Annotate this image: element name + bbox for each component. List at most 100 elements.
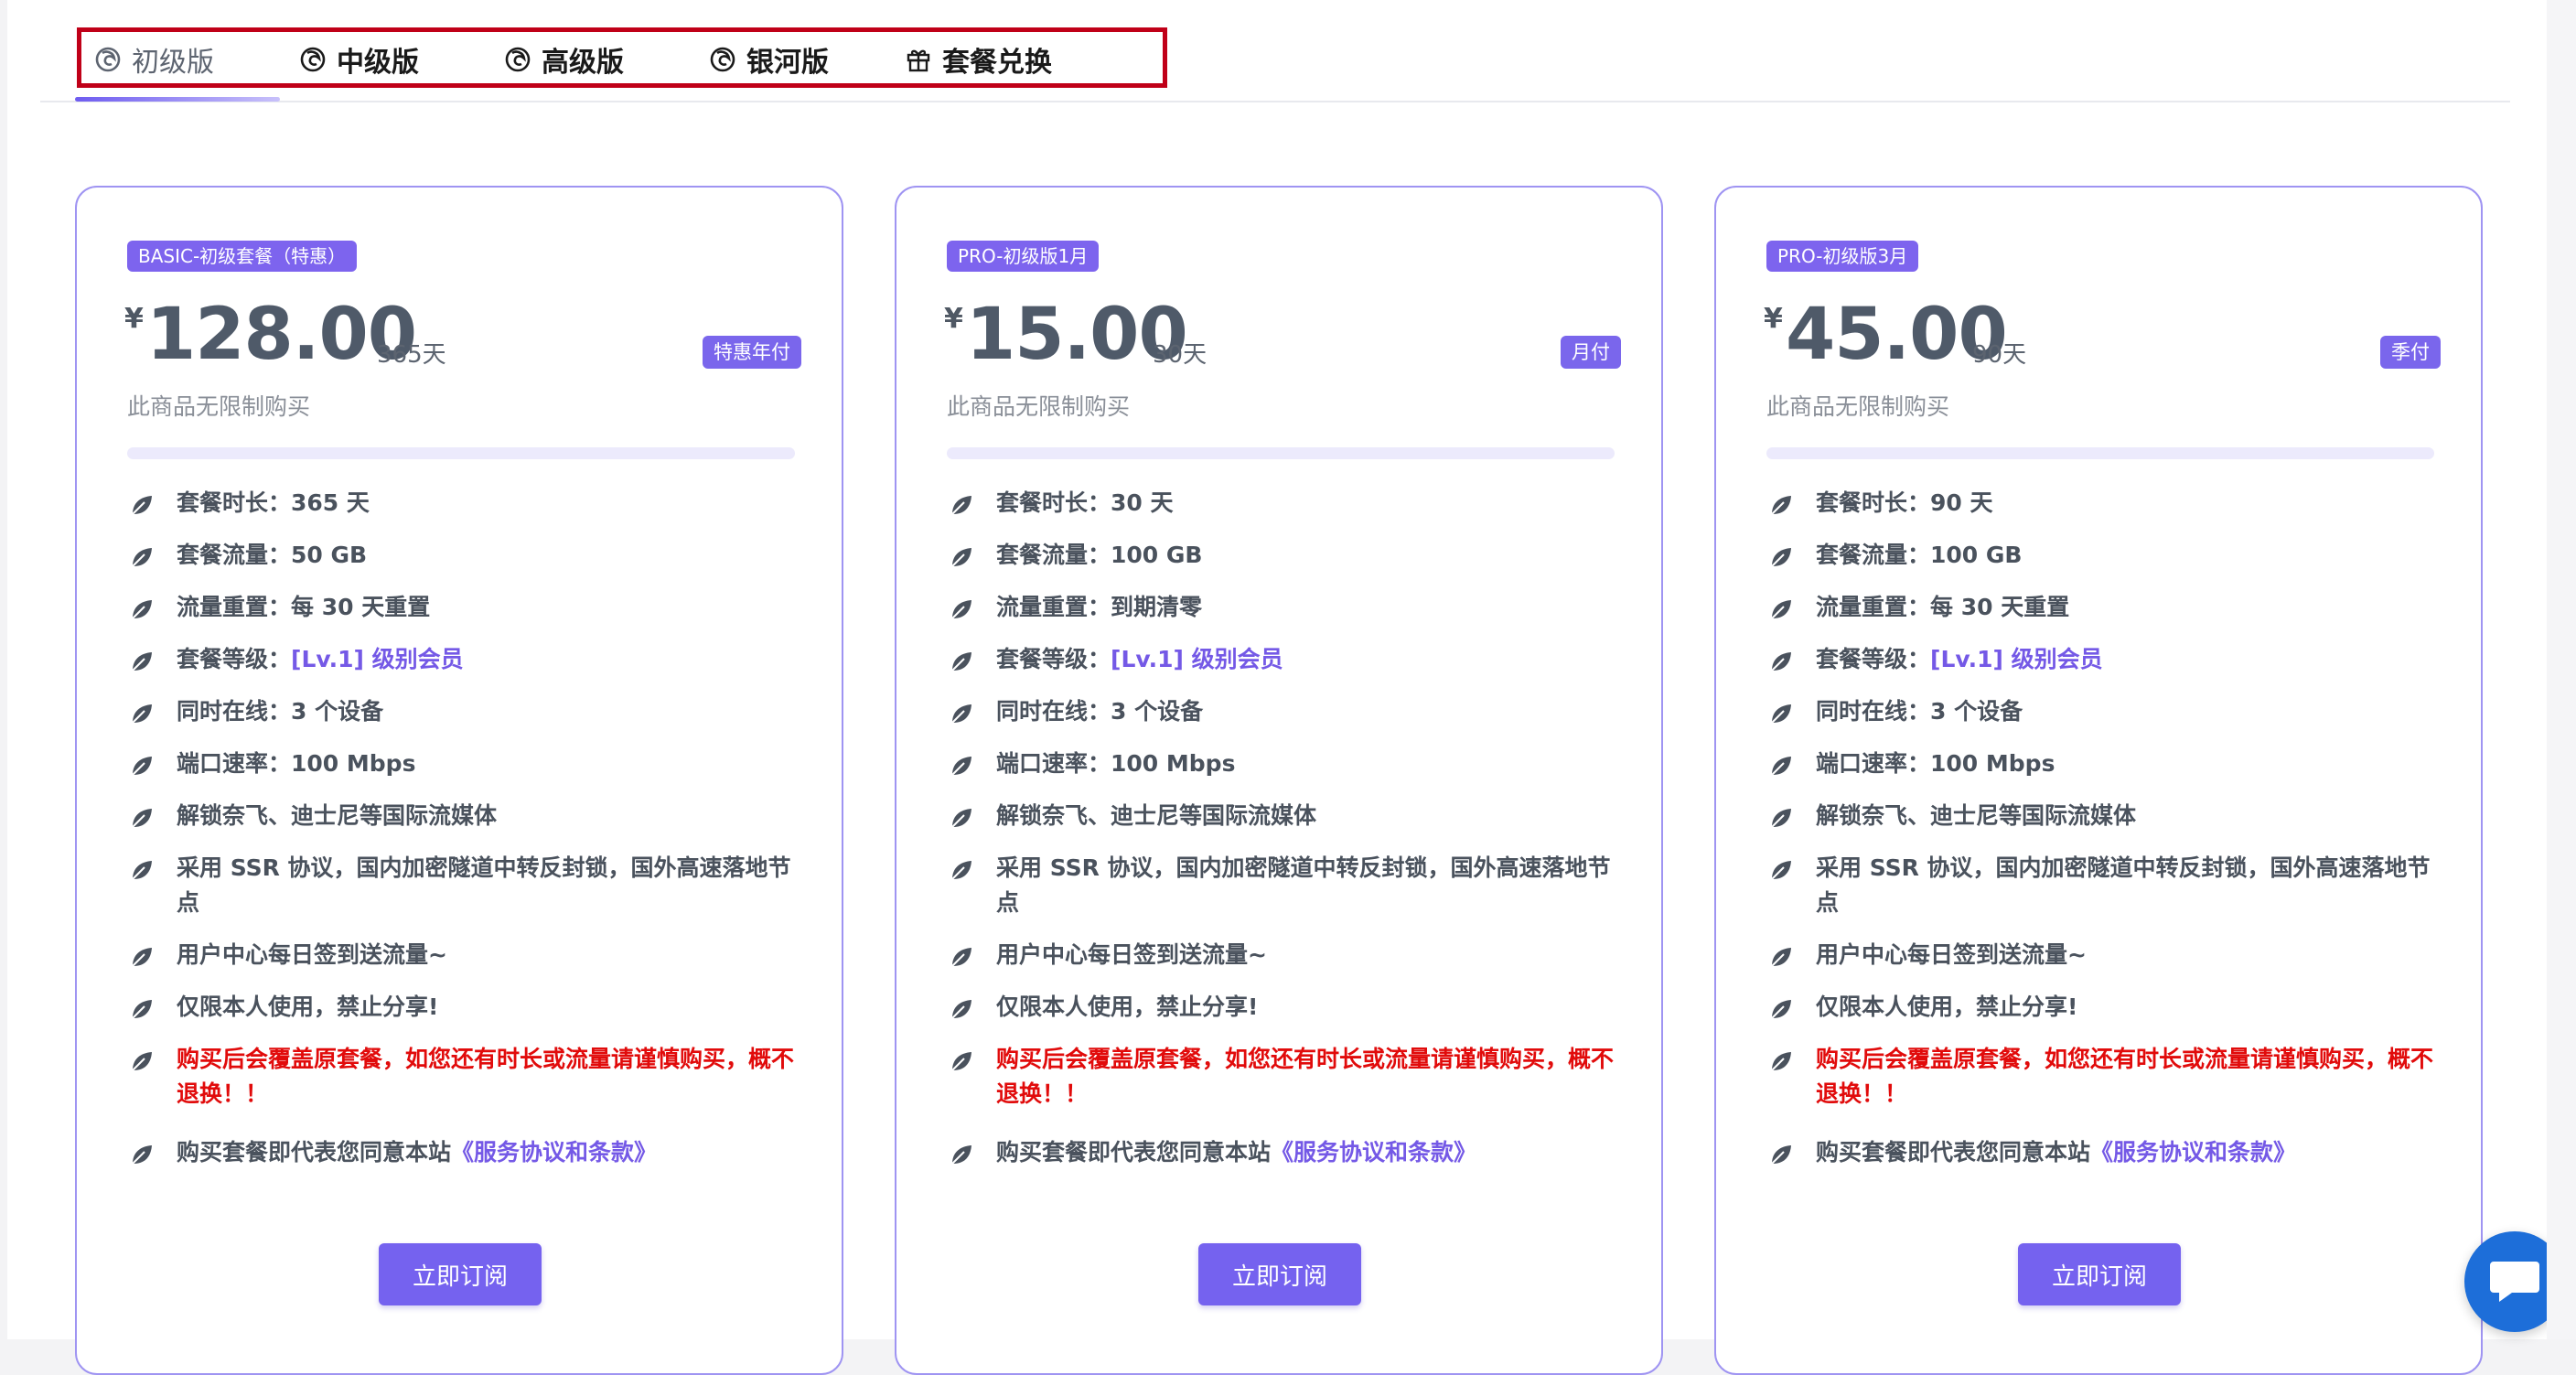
feature-personal-use: 仅限本人使用，禁止分享!: [127, 990, 804, 1025]
firefox-icon: [300, 47, 326, 72]
feature-label: 端口速率：: [1816, 750, 1931, 777]
warning-text: 购买后会覆盖原套餐，如您还有时长或流量请谨慎购买，概不退换！！: [996, 1046, 1615, 1107]
leaf-icon: [132, 1052, 152, 1071]
feature-label: 端口速率：: [177, 750, 292, 777]
feature-value: 每 30 天重置: [1930, 594, 2070, 620]
leaf-icon: [132, 600, 152, 619]
feature-protocol: 采用 SSR 协议，国内加密隧道中转反封锁，国外高速落地节点: [947, 851, 1624, 920]
feature-value: [Lv.1] 级别会员: [291, 646, 464, 672]
terms-link[interactable]: 《服务协议和条款》: [451, 1139, 657, 1166]
tab-label: 初级版: [132, 47, 214, 79]
feature-warning: 购买后会覆盖原套餐，如您还有时长或流量请谨慎购买，概不退换！！: [947, 1042, 1624, 1112]
tab-label: 银河版: [746, 47, 829, 79]
feature-level: 套餐等级：[Lv.1] 级别会员: [1766, 642, 2443, 677]
leaf-icon: [132, 809, 152, 828]
feature-traffic: 套餐流量：100 GB: [1766, 538, 2443, 573]
leaf-icon: [1771, 757, 1791, 776]
feature-label: 套餐流量：: [1816, 542, 1931, 568]
warning-text: 购买后会覆盖原套餐，如您还有时长或流量请谨慎购买，概不退换！！: [1816, 1046, 2434, 1107]
leaf-icon: [132, 704, 152, 724]
leaf-icon: [951, 757, 971, 776]
purchase-limit-note: 此商品无限制购买: [947, 393, 1131, 420]
feature-reset: 流量重置：到期清零: [947, 590, 1624, 625]
leaf-icon: [1771, 548, 1791, 567]
tab-advanced[interactable]: 高级版: [503, 27, 624, 91]
leaf-icon: [132, 1000, 152, 1019]
feature-list: 套餐时长：365 天套餐流量：50 GB 流量重置：每 30 天重置 套餐等级：[L…: [127, 480, 804, 1170]
feature-value: 3 个设备: [1930, 698, 2023, 725]
leaf-icon: [1771, 948, 1791, 967]
feature-streaming: 解锁奈飞、迪士尼等国际流媒体: [947, 799, 1624, 833]
terms-link[interactable]: 《服务协议和条款》: [1271, 1139, 1476, 1166]
leaf-icon: [1771, 809, 1791, 828]
feature-label: 套餐时长：: [177, 489, 292, 516]
feature-label: 流量重置：: [1816, 594, 1931, 620]
feature-text: 用户中心每日签到送流量~: [996, 941, 1267, 968]
currency-symbol: ¥: [124, 303, 144, 335]
subscribe-button[interactable]: 立即订阅: [2018, 1243, 2181, 1305]
leaf-icon: [1771, 704, 1791, 724]
leaf-icon: [951, 1000, 971, 1019]
feature-value: 3 个设备: [1111, 698, 1204, 725]
leaf-icon: [132, 548, 152, 567]
leaf-icon: [132, 652, 152, 671]
plan-card: BASIC-初级套餐（特惠） ¥128.00 365天 特惠年付 此商品无限制购买 套餐时…: [75, 186, 843, 1375]
subscribe-button[interactable]: 立即订阅: [379, 1243, 542, 1305]
feature-label: 套餐等级：: [177, 646, 292, 672]
feature-level: 套餐等级：[Lv.1] 级别会员: [127, 642, 804, 677]
feature-list: 套餐时长：90 天套餐流量：100 GB 流量重置：每 30 天重置 套餐等级：[L…: [1766, 480, 2443, 1170]
tab-basic[interactable]: 初级版: [93, 27, 214, 91]
feature-warning: 购买后会覆盖原套餐，如您还有时长或流量请谨慎购买，概不退换！！: [127, 1042, 804, 1112]
leaf-icon: [132, 861, 152, 880]
tab-redeem[interactable]: 套餐兑换: [904, 27, 1052, 91]
feature-value: 30 天: [1111, 489, 1174, 516]
feature-text: 解锁奈飞、迪士尼等国际流媒体: [177, 802, 498, 829]
price-row: ¥128.00 365天 特惠年付: [124, 285, 801, 376]
firefox-icon: [710, 47, 735, 72]
feature-speed: 端口速率：100 Mbps: [1766, 747, 2443, 781]
feature-value: 100 GB: [1930, 542, 2023, 568]
terms-link[interactable]: 《服务协议和条款》: [2090, 1139, 2296, 1166]
price-amount: 128.00: [146, 294, 417, 376]
feature-protocol: 采用 SSR 协议，国内加密隧道中转反封锁，国外高速落地节点: [1766, 851, 2443, 920]
feature-value: 365 天: [291, 489, 370, 516]
firefox-icon: [505, 47, 531, 72]
feature-speed: 端口速率：100 Mbps: [947, 747, 1624, 781]
divider-bar: [947, 447, 1615, 459]
terms-prefix: 购买套餐即代表您同意本站: [177, 1139, 452, 1166]
leaf-icon: [132, 757, 152, 776]
leaf-icon: [1771, 496, 1791, 515]
feature-text: 采用 SSR 协议，国内加密隧道中转反封锁，国外高速落地节点: [1816, 854, 2431, 916]
feature-label: 套餐时长：: [996, 489, 1111, 516]
tab-label: 中级版: [337, 47, 419, 79]
active-tab-indicator: [75, 97, 280, 102]
subscribe-button[interactable]: 立即订阅: [1198, 1243, 1361, 1305]
feature-value: 90 天: [1930, 489, 1993, 516]
plan-name-badge: PRO-初级版3月: [1766, 241, 1919, 272]
feature-text: 用户中心每日签到送流量~: [1816, 941, 2087, 968]
leaf-icon: [951, 652, 971, 671]
purchase-limit-note: 此商品无限制购买: [127, 393, 311, 420]
feature-text: 用户中心每日签到送流量~: [177, 941, 447, 968]
leaf-icon: [951, 1145, 971, 1165]
gift-icon: [907, 49, 930, 72]
tab-intermediate[interactable]: 中级版: [298, 27, 419, 91]
plan-name-badge: PRO-初级版1月: [947, 241, 1100, 272]
feature-text: 采用 SSR 协议，国内加密隧道中转反封锁，国外高速落地节点: [996, 854, 1611, 916]
tab-galaxy[interactable]: 银河版: [708, 27, 829, 91]
leaf-icon: [1771, 652, 1791, 671]
feature-checkin: 用户中心每日签到送流量~: [947, 938, 1624, 972]
tab-label: 高级版: [542, 47, 624, 79]
leaf-icon: [132, 1145, 152, 1165]
feature-value: [Lv.1] 级别会员: [1930, 646, 2103, 672]
feature-traffic: 套餐流量：100 GB: [947, 538, 1624, 573]
feature-label: 套餐时长：: [1816, 489, 1931, 516]
feature-value: 每 30 天重置: [291, 594, 431, 620]
feature-text: 仅限本人使用，禁止分享!: [1816, 994, 2078, 1020]
feature-value: 100 GB: [1111, 542, 1203, 568]
feature-reset: 流量重置：每 30 天重置: [1766, 590, 2443, 625]
feature-value: [Lv.1] 级别会员: [1111, 646, 1283, 672]
feature-streaming: 解锁奈飞、迪士尼等国际流媒体: [1766, 799, 2443, 833]
leaf-icon: [951, 861, 971, 880]
payment-cycle-tag: 特惠年付: [703, 336, 801, 369]
